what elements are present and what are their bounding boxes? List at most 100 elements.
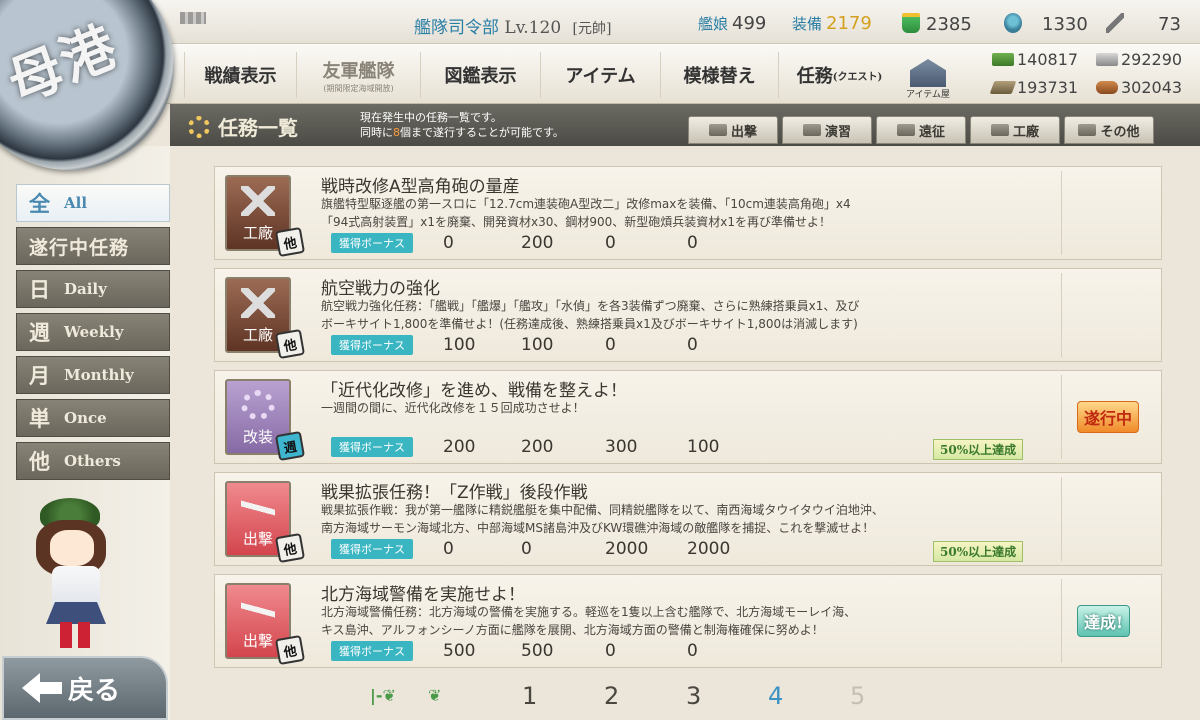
quest-description: 戦果拡張作戦：我が第一艦隊に精鋭艦艇を集中配備、同精鋭艦隊を以て、南西海域タウイ… bbox=[321, 501, 1061, 537]
quest-title: 戦時改修A型高角砲の量産 bbox=[321, 177, 520, 197]
page-3[interactable]: 3 bbox=[686, 682, 701, 710]
reward-fuel: 500 bbox=[443, 641, 476, 661]
quest-title: 北方海域警備を実施せよ！ bbox=[321, 585, 525, 605]
reward-ammo: 100 bbox=[521, 335, 554, 355]
tab-sortie[interactable]: 出撃 bbox=[688, 116, 778, 144]
reward-fuel: 100 bbox=[443, 335, 476, 355]
ship-count-label: 艦娘 bbox=[698, 15, 729, 33]
page-2[interactable]: 2 bbox=[604, 682, 619, 710]
item-shop-icon bbox=[910, 59, 946, 87]
bauxite-value: 302043 bbox=[1121, 78, 1183, 97]
back-button[interactable]: 戻る bbox=[2, 656, 168, 720]
quest-desc-line1: 一週間の間に、近代化改修を１５回成功させよ！ bbox=[321, 401, 585, 415]
reward-fuel: 200 bbox=[443, 437, 476, 457]
nav-items[interactable]: アイテム bbox=[540, 52, 660, 98]
quest-status-stamp: 達成! bbox=[1077, 605, 1131, 637]
nav-encyclopedia[interactable]: 図鑑表示 bbox=[420, 52, 540, 98]
progress-badge: 50%以上達成 bbox=[933, 439, 1024, 460]
quest-list-title-text: 任務一覧 bbox=[218, 116, 298, 140]
quest-card[interactable]: 工廠他 戦時改修A型高角砲の量産 旗艦特型駆逐艦の第一スロに「12.7cm連装砲A型… bbox=[214, 166, 1162, 260]
quest-rewards: 獲得ボーナス 500 500 0 0 bbox=[331, 641, 698, 661]
tab-exercise[interactable]: 演習 bbox=[782, 116, 872, 144]
quest-type-badge: 他 bbox=[274, 634, 306, 666]
steel-value: 292290 bbox=[1121, 50, 1183, 69]
quest-type-badge: 他 bbox=[274, 226, 306, 258]
filter-once[interactable]: 単 Once bbox=[16, 399, 170, 437]
quest-card[interactable]: 出撃他 戦果拡張任務！「Z作戦」後段作戦 戦果拡張作戦：我が第一艦隊に精鋭艦艇を集中… bbox=[214, 472, 1162, 566]
reward-bauxite: 2000 bbox=[687, 539, 731, 559]
nav-quest-label: 任務 bbox=[796, 66, 833, 87]
page-1[interactable]: 1 bbox=[522, 682, 537, 710]
status-divider bbox=[1061, 375, 1062, 459]
quest-card[interactable]: 改装週 「近代化改修」を進め、戦備を整えよ！ 一週間の間に、近代化改修を１５回成功さ… bbox=[214, 370, 1162, 464]
quest-status-stamp: 遂行中 bbox=[1077, 401, 1140, 433]
tab-others[interactable]: その他 bbox=[1064, 116, 1154, 144]
nav-friend-fleet-label: 友軍艦隊 bbox=[322, 60, 395, 82]
quest-desc-line2: ボーキサイト1,800を準備せよ！(任務達成後、熟練搭乗員x1及びボーキサイト1… bbox=[321, 317, 858, 331]
steel-icon bbox=[1096, 53, 1118, 66]
others-icon bbox=[1078, 124, 1097, 136]
page-5[interactable]: 5 bbox=[850, 682, 865, 710]
hq-level: 艦隊司令部 Lv.120 [元帥] bbox=[414, 13, 611, 38]
quest-category-symbol-icon bbox=[241, 186, 275, 216]
quest-card[interactable]: 出撃他 北方海域警備を実施せよ！ 北方海域警備任務：北方海域の警備を実施する。軽巡を… bbox=[214, 574, 1162, 668]
quest-desc-line1: 戦果拡張作戦：我が第一艦隊に精鋭艦艇を集中配備、同精鋭艦隊を以て、南西海域タウイ… bbox=[321, 503, 884, 517]
filter-in-progress[interactable]: 遂行中任務 bbox=[16, 227, 170, 265]
arsenal-icon bbox=[990, 124, 1009, 136]
ammo-icon bbox=[989, 81, 1017, 94]
sortie-icon bbox=[708, 124, 727, 136]
port-emblem[interactable]: 母港 bbox=[0, 0, 174, 170]
filter-daily[interactable]: 日 Daily bbox=[16, 270, 170, 308]
status-bar: 艦隊司令部 Lv.120 [元帥] 艦娘 499 装備 2179 2385 1330… bbox=[0, 0, 1200, 44]
exercise-icon bbox=[802, 124, 821, 136]
quest-category-symbol-icon bbox=[241, 390, 275, 420]
filter-all[interactable]: 全 All bbox=[16, 184, 170, 222]
quest-desc-line2: キス島沖、アルフォンシーノ方面に艦隊を展開、北方海域方面の警備と制海権確保に努め… bbox=[321, 623, 824, 637]
ship-count-value: 499 bbox=[732, 13, 767, 34]
prev-page-button[interactable]: ❦ bbox=[428, 686, 464, 706]
bonus-label: 獲得ボーナス bbox=[331, 233, 413, 253]
nav-remodel-label: 模様替え bbox=[683, 66, 756, 87]
resource-fuel: 140817 bbox=[992, 50, 1078, 69]
reward-steel: 300 bbox=[605, 437, 638, 457]
nav-battle-record[interactable]: 戦績表示 bbox=[184, 52, 296, 98]
reward-steel: 0 bbox=[605, 233, 616, 253]
quest-rewards: 獲得ボーナス 200 200 300 100 bbox=[331, 437, 719, 457]
filter-weekly[interactable]: 週 Weekly bbox=[16, 313, 170, 351]
bonus-label: 獲得ボーナス bbox=[331, 539, 413, 559]
quest-type-badge: 週 bbox=[274, 430, 306, 462]
repair-bucket-icon bbox=[902, 13, 920, 33]
quest-card[interactable]: 工廠他 航空戦力の強化 航空戦力強化任務：「艦戦」「艦爆」「艦攻」「水偵」を各3装備… bbox=[214, 268, 1162, 362]
filter-monthly[interactable]: 月 Monthly bbox=[16, 356, 170, 394]
nav-quest-sub: (クエスト) bbox=[832, 71, 883, 83]
tab-arsenal[interactable]: 工廠 bbox=[970, 116, 1060, 144]
development-material-icon bbox=[1106, 13, 1124, 33]
nav-remodel[interactable]: 模様替え bbox=[660, 52, 778, 98]
player-name bbox=[180, 12, 206, 24]
quest-title: 航空戦力の強化 bbox=[321, 279, 440, 299]
item-shop-button[interactable]: アイテム屋 bbox=[902, 48, 954, 100]
quest-category-symbol-icon bbox=[241, 288, 275, 318]
quest-description: 一週間の間に、近代化改修を１５回成功させよ！ bbox=[321, 399, 1061, 417]
quest-type-badge: 他 bbox=[274, 532, 306, 564]
filter-others[interactable]: 他 Others bbox=[16, 442, 170, 480]
bonus-label: 獲得ボーナス bbox=[331, 641, 413, 661]
expedition-icon bbox=[896, 124, 915, 136]
back-arrow-icon bbox=[22, 673, 62, 703]
quest-title: 「近代化改修」を進め、戦備を整えよ！ bbox=[321, 381, 627, 401]
nav-quest[interactable]: 任務 (クエスト) bbox=[778, 52, 900, 98]
nav-items-label: アイテム bbox=[565, 66, 636, 87]
page-4-current[interactable]: 4 bbox=[768, 682, 783, 710]
quest-list-desc-line1: 現在発生中の任務一覧です。 bbox=[360, 111, 502, 124]
reward-ammo: 0 bbox=[521, 539, 532, 559]
nav-friend-fleet[interactable]: 友軍艦隊 (期間限定海域開放) bbox=[296, 52, 420, 98]
tab-expedition[interactable]: 遠征 bbox=[876, 116, 966, 144]
equip-count-label: 装備 bbox=[792, 15, 823, 33]
status-divider bbox=[1061, 171, 1062, 255]
quest-list-description: 現在発生中の任務一覧です。 同時に8個まで遂行することが可能です。 bbox=[360, 110, 564, 140]
quest-rewards: 獲得ボーナス 0 0 2000 2000 bbox=[331, 539, 730, 559]
quest-description: 航空戦力強化任務：「艦戦」「艦爆」「艦攻」「水偵」を各3装備ずつ廃棄、さらに熟練… bbox=[321, 297, 1061, 333]
equip-count-value: 2179 bbox=[826, 13, 872, 34]
quest-category-label: 工廠 bbox=[242, 326, 273, 344]
first-page-button[interactable]: |-❦ bbox=[370, 686, 406, 706]
